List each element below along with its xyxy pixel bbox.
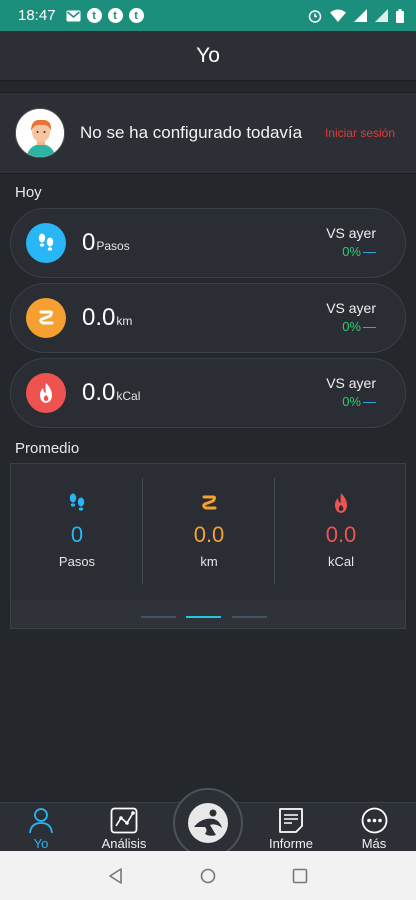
footsteps-icon [38, 233, 54, 251]
steps-comparison: VS ayer 0% — [326, 225, 376, 259]
distance-comparison: VS ayer 0% — [326, 300, 376, 334]
battery-icon [396, 8, 404, 23]
pager-strip [11, 600, 405, 628]
page-indicator-2[interactable] [186, 616, 221, 618]
signal-icon [375, 9, 388, 22]
distance-value: 0.0 [82, 304, 116, 331]
login-link[interactable]: Iniciar sesión [325, 126, 395, 140]
steps-badge [26, 223, 66, 263]
system-nav-bar [0, 851, 416, 900]
distance-value-group: 0.0 km [82, 304, 132, 332]
route-icon [202, 495, 217, 510]
page-title: Yo [196, 43, 220, 67]
profile-card[interactable]: No se ha configurado todavía Iniciar ses… [0, 92, 416, 174]
average-steps-unit: Pasos [58, 554, 96, 569]
tab-label: Más [361, 836, 387, 851]
average-title: Promedio [15, 440, 80, 457]
tumblr-icon: t [107, 8, 123, 23]
signal-icon [354, 9, 367, 22]
average-distance-value: 0.0 [193, 522, 225, 547]
calories-value: 0.0 [82, 379, 116, 406]
calories-unit: kCal [116, 389, 141, 403]
flame-icon [335, 493, 347, 513]
vs-percent: 0% [342, 394, 361, 409]
vs-percent: 0% [342, 244, 361, 259]
trend-flat-icon: — [363, 319, 376, 334]
average-panel[interactable]: 0 Pasos 0.0 km 0.0 kCal [10, 463, 406, 629]
tab-label: Análisis [101, 836, 147, 851]
average-calories-value: 0.0 [325, 522, 357, 547]
tab-mas[interactable]: Más [339, 803, 409, 851]
page-indicator-3[interactable] [232, 616, 267, 618]
report-icon [279, 808, 303, 833]
route-icon [39, 310, 54, 325]
status-time: 18:47 [18, 7, 56, 24]
chart-icon [110, 807, 138, 834]
steps-value-group: 0 Pasos [82, 229, 130, 257]
distance-unit: km [116, 314, 133, 328]
tab-label: Informe [268, 836, 314, 851]
center-action-button[interactable] [173, 788, 243, 858]
tumblr-icon: t [86, 8, 102, 23]
calories-comparison: VS ayer 0% — [326, 375, 376, 409]
vs-percent-row: 0% — [326, 394, 376, 409]
more-icon [361, 807, 387, 834]
calories-value-group: 0.0 kCal [82, 379, 140, 407]
calories-badge [26, 373, 66, 413]
steps-value: 0 [82, 229, 96, 256]
status-bar: 18:47 t t t [0, 0, 416, 31]
alarm-icon [308, 9, 322, 23]
mail-icon [66, 10, 81, 21]
average-calories-unit: kCal [327, 554, 354, 569]
tumblr-icon: t [128, 8, 144, 23]
wifi-icon [330, 9, 346, 22]
calories-card[interactable]: 0.0 kCal VS ayer 0% — [10, 358, 406, 428]
footsteps-icon [69, 493, 85, 511]
back-icon[interactable] [108, 867, 124, 884]
recents-icon[interactable] [292, 868, 308, 884]
average-distance: 0.0 km [143, 464, 275, 594]
profile-name: No se ha configurado todavía [80, 123, 303, 142]
today-title: Hoy [15, 184, 42, 201]
average-steps-value: 0 [70, 522, 84, 547]
runner-logo-icon [188, 803, 228, 843]
tab-label: Yo [33, 836, 49, 851]
tab-analisis[interactable]: Análisis [89, 803, 159, 851]
tab-yo[interactable]: Yo [6, 803, 76, 851]
person-icon [29, 808, 53, 834]
avatar[interactable] [15, 108, 65, 158]
trend-flat-icon: — [363, 394, 376, 409]
vs-label: VS ayer [326, 300, 376, 316]
vs-percent: 0% [342, 319, 361, 334]
page-indicator-1[interactable] [141, 616, 176, 618]
flame-icon [40, 383, 52, 403]
vs-label: VS ayer [326, 375, 376, 391]
distance-badge [26, 298, 66, 338]
home-icon[interactable] [200, 868, 216, 884]
average-distance-unit: km [200, 554, 218, 569]
distance-card[interactable]: 0.0 km VS ayer 0% — [10, 283, 406, 353]
trend-flat-icon: — [363, 244, 376, 259]
notification-icons: t t t [66, 8, 144, 23]
app-header: Yo [0, 31, 416, 81]
avatar-icon [16, 109, 64, 157]
average-calories: 0.0 kCal [275, 464, 407, 594]
steps-unit: Pasos [96, 239, 130, 253]
average-steps: 0 Pasos [11, 464, 143, 594]
system-status-icons [308, 8, 404, 23]
tab-informe[interactable]: Informe [256, 803, 326, 851]
vs-percent-row: 0% — [326, 319, 376, 334]
vs-percent-row: 0% — [326, 244, 376, 259]
steps-card[interactable]: 0 Pasos VS ayer 0% — [10, 208, 406, 278]
vs-label: VS ayer [326, 225, 376, 241]
